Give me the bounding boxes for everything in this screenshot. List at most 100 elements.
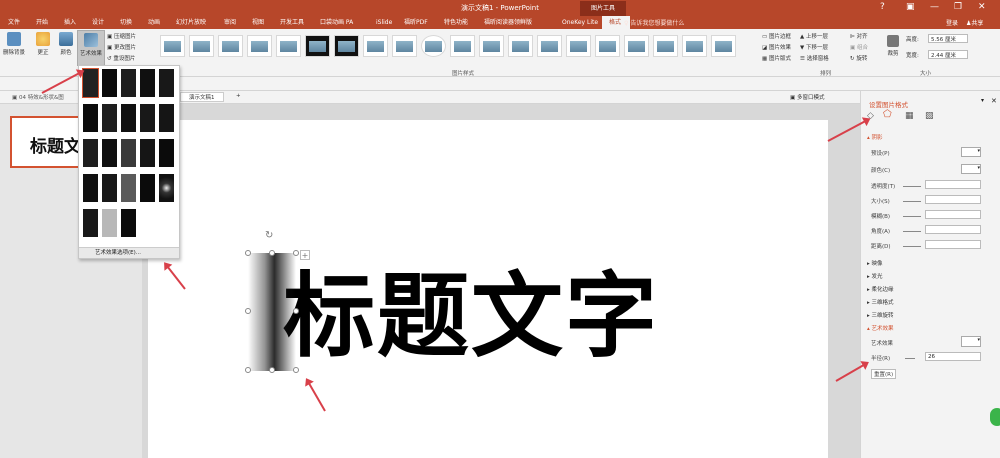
resize-handle-br[interactable] xyxy=(293,367,299,373)
artistic-effect-20[interactable] xyxy=(159,174,174,202)
picture-icon[interactable]: ▧ xyxy=(925,111,934,121)
shadow-color-button[interactable]: ▾ xyxy=(961,164,981,174)
transparency-input[interactable] xyxy=(925,180,981,189)
radius-input[interactable]: 26 xyxy=(925,352,981,361)
picture-style-11[interactable] xyxy=(450,35,475,57)
height-input[interactable]: 5.56 厘米 xyxy=(928,34,968,43)
soft-edges-section[interactable]: ▸ 柔化边缘 xyxy=(867,285,894,293)
resize-handle-tr[interactable] xyxy=(293,250,299,256)
tell-me-box[interactable]: ♀ 告诉我您想要做什么 xyxy=(624,18,684,27)
size-input[interactable] xyxy=(925,195,981,204)
picture-effects-button[interactable]: ◪ 图片效果 xyxy=(762,43,791,51)
tab-review[interactable]: 审阅 xyxy=(218,16,246,29)
artistic-effect-23[interactable] xyxy=(121,209,136,237)
artistic-effect-15[interactable] xyxy=(159,139,174,167)
new-tab-icon[interactable]: + xyxy=(236,93,241,99)
picture-style-7[interactable] xyxy=(334,35,359,57)
artistic-effect-16[interactable] xyxy=(83,174,98,202)
help-icon[interactable]: ? xyxy=(880,2,885,12)
picture-style-3[interactable] xyxy=(218,35,243,57)
preset-button[interactable]: ▾ xyxy=(961,147,981,157)
corrections-button[interactable]: 更正 xyxy=(33,32,53,56)
tab-onekey[interactable]: OneKey Lite xyxy=(556,16,602,29)
artistic-effect-17[interactable] xyxy=(102,174,117,202)
tab-islide[interactable]: iSlide xyxy=(370,16,398,29)
artistic-effect-8[interactable] xyxy=(121,104,136,132)
slide-canvas[interactable]: 标题文字 ↻ + xyxy=(148,120,828,458)
artistic-effect-5[interactable] xyxy=(159,69,174,97)
pane-close-icon[interactable]: ✕ xyxy=(991,97,997,105)
artistic-effect-13[interactable] xyxy=(121,139,136,167)
angle-slider[interactable] xyxy=(903,231,921,232)
picture-style-10[interactable] xyxy=(421,35,446,57)
artistic-effect-22[interactable] xyxy=(102,209,117,237)
artistic-effect-2[interactable] xyxy=(102,69,117,97)
tab-home[interactable]: 开始 xyxy=(30,16,58,29)
align-button[interactable]: ⊫ 对齐 xyxy=(850,32,868,40)
artistic-effect-21[interactable] xyxy=(83,209,98,237)
picture-style-9[interactable] xyxy=(392,35,417,57)
tab-view[interactable]: 视图 xyxy=(246,16,274,29)
picture-style-4[interactable] xyxy=(247,35,272,57)
color-button[interactable]: 颜色 xyxy=(56,32,76,56)
tab-special[interactable]: 特色功能 xyxy=(438,16,478,29)
picture-style-5[interactable] xyxy=(276,35,301,57)
picture-style-16[interactable] xyxy=(595,35,620,57)
picture-style-1[interactable] xyxy=(160,35,185,57)
size-slider[interactable] xyxy=(903,201,921,202)
selection-pane-button[interactable]: ☰ 选择窗格 xyxy=(800,54,829,62)
resize-handle-bottom[interactable] xyxy=(269,367,275,373)
ribbon-options-icon[interactable]: ▣ xyxy=(906,2,915,12)
rotate-handle-icon[interactable]: ↻ xyxy=(265,230,273,241)
share-button[interactable]: ♟共享 xyxy=(966,18,983,27)
picture-style-6[interactable] xyxy=(305,35,330,57)
resize-handle-right[interactable] xyxy=(293,308,299,314)
crop-button[interactable]: 裁剪 xyxy=(884,35,902,57)
distance-input[interactable] xyxy=(925,240,981,249)
slide-title-text[interactable]: 标题文字 xyxy=(283,242,659,375)
artistic-effect-14[interactable] xyxy=(140,139,155,167)
bring-forward-button[interactable]: ▲ 上移一层 xyxy=(800,32,828,40)
pane-options-icon[interactable]: ▾ xyxy=(981,97,984,104)
tab-foxit-reader[interactable]: 福昕阅读器领鲜版 xyxy=(478,16,556,29)
transparency-slider[interactable] xyxy=(903,186,921,187)
minimize-icon[interactable]: — xyxy=(930,2,939,12)
picture-style-14[interactable] xyxy=(537,35,562,57)
doc-tab-current[interactable]: 演示文稿1 xyxy=(180,92,224,102)
tab-slideshow[interactable]: 幻灯片放映 xyxy=(170,16,218,29)
effects-icon[interactable]: ⬠ xyxy=(883,109,892,120)
maximize-icon[interactable]: ❐ xyxy=(954,2,962,12)
reset-picture-button[interactable]: ↺ 重设图片 xyxy=(107,54,135,62)
reflection-section[interactable]: ▸ 映像 xyxy=(867,259,883,267)
tab-foxit-pdf[interactable]: 福昕PDF xyxy=(398,16,438,29)
size-properties-icon[interactable]: ▦ xyxy=(905,111,914,121)
reset-button[interactable]: 重置(R) xyxy=(871,369,897,379)
close-icon[interactable]: ✕ xyxy=(978,2,986,12)
blurred-picture[interactable] xyxy=(248,253,296,371)
picture-layout-button[interactable]: ▦ 图片版式 xyxy=(762,54,791,62)
artistic-effect-7[interactable] xyxy=(102,104,117,132)
glow-section[interactable]: ▸ 发光 xyxy=(867,272,883,280)
picture-style-18[interactable] xyxy=(653,35,678,57)
blur-slider[interactable] xyxy=(903,216,921,217)
resize-handle-bl[interactable] xyxy=(245,367,251,373)
blur-input[interactable] xyxy=(925,210,981,219)
resize-handle-left[interactable] xyxy=(245,308,251,314)
picture-style-13[interactable] xyxy=(508,35,533,57)
shadow-section[interactable]: ▴ 阴影 xyxy=(867,133,883,141)
picture-style-8[interactable] xyxy=(363,35,388,57)
3d-format-section[interactable]: ▸ 三维格式 xyxy=(867,298,894,306)
artistic-effect-9[interactable] xyxy=(140,104,155,132)
distance-slider[interactable] xyxy=(903,246,921,247)
artistic-effects-button[interactable]: 艺术效果 xyxy=(77,30,105,66)
tab-transitions[interactable]: 切换 xyxy=(114,16,142,29)
doc-tab-previous[interactable]: ▣ 04 特效&形状&图 xyxy=(12,93,64,101)
tab-design[interactable]: 设计 xyxy=(86,16,114,29)
picture-style-15[interactable] xyxy=(566,35,591,57)
angle-input[interactable] xyxy=(925,225,981,234)
resize-handle-top[interactable] xyxy=(269,250,275,256)
radius-slider[interactable] xyxy=(905,358,915,359)
artistic-effect-6[interactable] xyxy=(83,104,98,132)
tab-file[interactable]: 文件 xyxy=(0,16,30,29)
art-effects-section[interactable]: ▴ 艺术效果 xyxy=(867,324,894,332)
